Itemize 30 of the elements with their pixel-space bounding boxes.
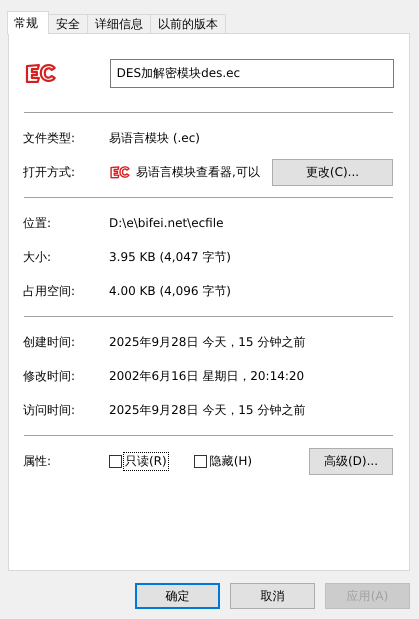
tab[interactable]: 常规: [7, 11, 49, 34]
field-value: 2025年9月28日 今天，15 分钟之前: [109, 402, 306, 418]
change-button[interactable]: 更改(C)...: [272, 158, 393, 186]
field-label: 访问时间:: [23, 402, 76, 418]
field-value: 易语言模块 (.ec): [109, 130, 201, 146]
field-label: 打开方式:: [23, 164, 76, 180]
field-label: 修改时间:: [23, 368, 76, 384]
field-label: 占用空间:: [23, 282, 76, 300]
module-file-icon: [24, 62, 58, 84]
attribute-checkbox[interactable]: 只读(R): [109, 452, 168, 470]
dialog-button[interactable]: 确定: [135, 583, 220, 609]
tab[interactable]: 以前的版本: [150, 14, 226, 33]
field-value: 3.95 KB (4,047 字节): [109, 248, 232, 266]
tab[interactable]: 安全: [48, 14, 88, 33]
field-value: 2025年9月28日 今天，15 分钟之前: [109, 334, 306, 350]
field-value: D:\e\bifei.net\ecfile: [109, 216, 224, 230]
field-label: 创建时间:: [23, 334, 76, 350]
attribute-checkbox[interactable]: 隐藏(H): [194, 452, 254, 470]
dialog-button[interactable]: 取消: [230, 583, 315, 609]
field-label: 文件类型:: [23, 130, 76, 146]
app-name: 易语言模块查看器,可以: [136, 164, 261, 180]
field-label: 大小:: [23, 248, 52, 266]
field-value: 4.00 KB (4,096 字节): [109, 282, 232, 300]
tab[interactable]: 详细信息: [87, 14, 151, 33]
field-value: 2002年6月16日 星期日，20:14:20: [109, 368, 306, 384]
file-name-field[interactable]: DES加解密模块des.ec: [110, 58, 394, 88]
module-file-icon: [109, 165, 131, 179]
field-label: 位置:: [23, 214, 52, 232]
field-label: 属性:: [23, 452, 52, 470]
advanced-button[interactable]: 高级(D)...: [309, 448, 393, 474]
